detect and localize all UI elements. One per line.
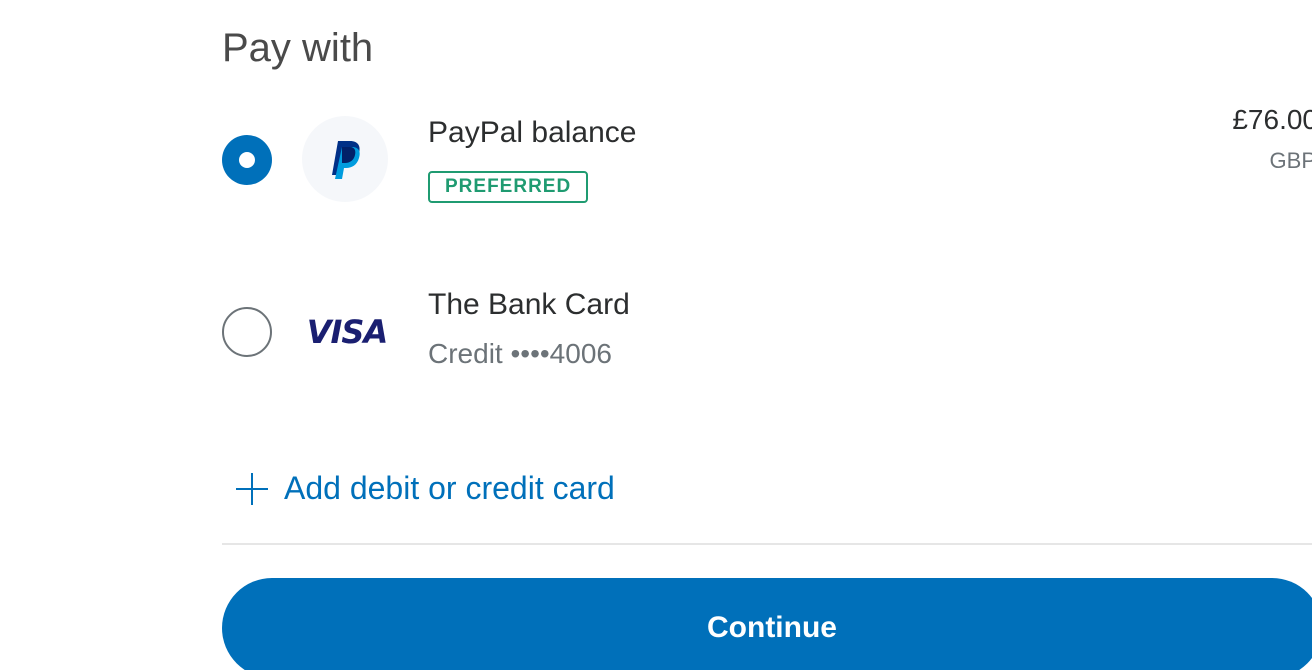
visa-logo-text: VISA (306, 313, 388, 351)
paypal-balance-label: PayPal balance (428, 116, 637, 149)
preferred-badge: PREFERRED (428, 171, 589, 203)
continue-label: Continue (707, 611, 837, 644)
bank-card-detail: Credit ••••4006 (428, 338, 612, 369)
balance-currency: GBP (1269, 148, 1312, 173)
bank-card-radio[interactable] (222, 307, 272, 357)
payment-method-page: Pay with PayPal balance PREFERRED £76.00… (0, 0, 1312, 670)
continue-button[interactable]: Continue (222, 578, 1312, 670)
divider (222, 543, 1312, 545)
balance-amount: £76.00 (1232, 104, 1312, 135)
paypal-balance-radio[interactable] (222, 135, 272, 185)
add-card-link[interactable]: Add debit or credit card (236, 470, 615, 507)
paypal-p-icon (332, 141, 360, 179)
bank-card-label: The Bank Card (428, 288, 630, 321)
visa-logo-icon: VISA (304, 310, 390, 354)
paypal-logo-icon (302, 116, 388, 202)
add-card-label: Add debit or credit card (284, 470, 615, 506)
plus-icon (236, 472, 268, 505)
pay-with-heading: Pay with (222, 26, 374, 70)
